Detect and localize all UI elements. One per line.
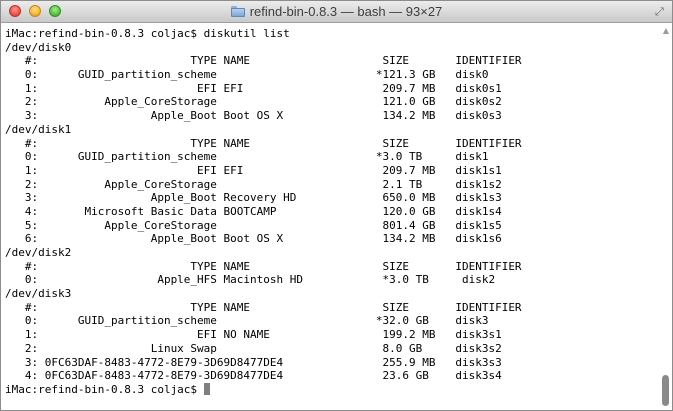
window-title: refind-bin-0.8.3 — bash — 93×27 — [249, 4, 443, 19]
prompt-line[interactable]: iMac:refind-bin-0.8.3 coljac$ — [5, 382, 661, 397]
folder-icon — [230, 6, 245, 17]
terminal-line: 1: EFI EFI 209.7 MB disk1s1 — [5, 163, 502, 177]
terminal-output[interactable]: iMac:refind-bin-0.8.3 coljac$ diskutil l… — [1, 23, 661, 410]
chevron-up-icon[interactable]: ▲ — [662, 27, 670, 35]
terminal-line: 3: Apple_Boot Boot OS X 134.2 MB disk0s3 — [5, 109, 502, 123]
title-bar[interactable]: refind-bin-0.8.3 — bash — 93×27 ⤢ — [1, 1, 672, 23]
terminal-line: 3: Apple_Boot Recovery HD 650.0 MB disk1… — [5, 191, 502, 205]
terminal-line: /dev/disk2 — [5, 246, 72, 259]
terminal-line: 0: GUID_partition_scheme *121.3 GB disk0 — [5, 68, 489, 82]
fullscreen-icon[interactable]: ⤢ — [655, 6, 666, 17]
prompt-text: iMac:refind-bin-0.8.3 coljac$ — [5, 382, 204, 396]
terminal-line: 1: EFI NO NAME 199.2 MB disk3s1 — [5, 328, 502, 342]
terminal-line: /dev/disk0 — [5, 40, 72, 54]
text-cursor — [203, 382, 210, 395]
terminal-line: 1: EFI EFI 209.7 MB disk0s1 — [5, 81, 502, 95]
terminal-line: iMac:refind-bin-0.8.3 coljac$ diskutil l… — [5, 27, 290, 40]
terminal-line: 4: 0FC63DAF-8483-4772-8E79-3D69D8477DE4 … — [5, 369, 502, 383]
terminal-line: #: TYPE NAME SIZE IDENTIFIER — [5, 136, 522, 150]
terminal-line: 6: Apple_Boot Boot OS X 134.2 MB disk1s6 — [5, 232, 502, 246]
window-title-wrap: refind-bin-0.8.3 — bash — 93×27 — [1, 4, 672, 20]
terminal-line: 4: Microsoft Basic Data BOOTCAMP 120.0 G… — [5, 204, 502, 218]
terminal-line: 5: Apple_CoreStorage 801.4 GB disk1s5 — [5, 218, 502, 232]
vertical-scrollbar[interactable] — [660, 24, 671, 409]
terminal-line: 0: GUID_partition_scheme *3.0 TB disk1 — [5, 150, 489, 164]
terminal-line: 0: GUID_partition_scheme *32.0 GB disk3 — [5, 314, 489, 328]
terminal-line: /dev/disk1 — [5, 122, 72, 136]
terminal-line: #: TYPE NAME SIZE IDENTIFIER — [5, 54, 522, 68]
terminal-line: 0: Apple_HFS Macintosh HD *3.0 TB disk2 — [5, 273, 496, 287]
terminal-line: #: TYPE NAME SIZE IDENTIFIER — [5, 259, 522, 273]
terminal-line: 2: Apple_CoreStorage 2.1 TB disk1s2 — [5, 177, 502, 191]
terminal-line: 2: Linux Swap 8.0 GB disk3s2 — [5, 341, 502, 355]
terminal-window: refind-bin-0.8.3 — bash — 93×27 ⤢ iMac:r… — [0, 0, 673, 411]
scrollbar-thumb[interactable] — [662, 375, 669, 406]
terminal-line: 2: Apple_CoreStorage 121.0 GB disk0s2 — [5, 95, 502, 109]
terminal-line: 3: 0FC63DAF-8483-4772-8E79-3D69D8477DE4 … — [5, 355, 502, 369]
terminal-line: #: TYPE NAME SIZE IDENTIFIER — [5, 300, 522, 314]
terminal-line: /dev/disk3 — [5, 287, 72, 301]
